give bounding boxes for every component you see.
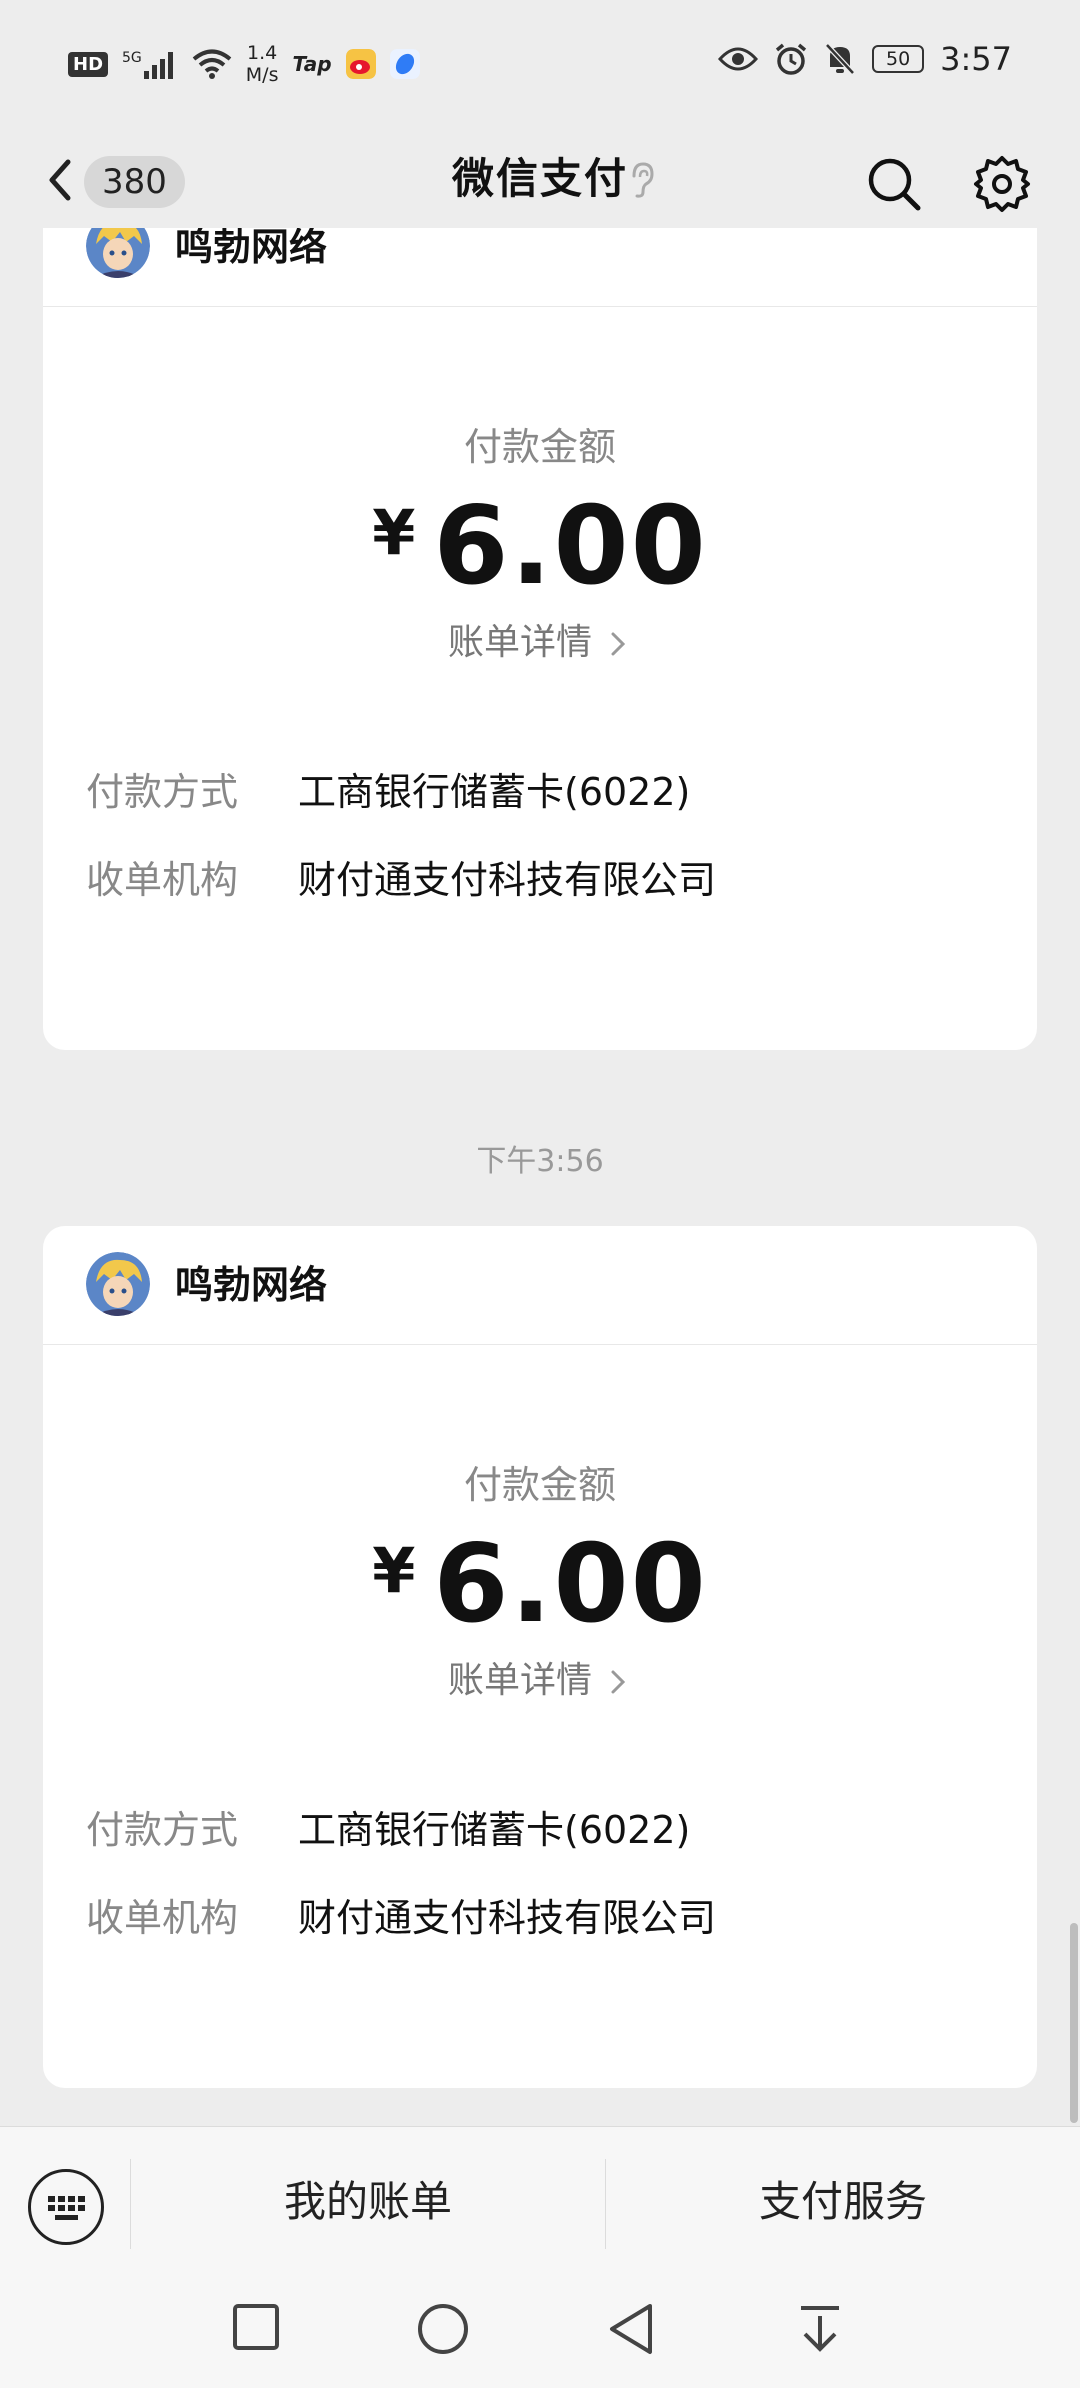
- payment-method-value: 工商银行储蓄卡(6022): [298, 770, 691, 814]
- keyboard-toggle-button[interactable]: [28, 2169, 104, 2245]
- currency-symbol: ¥: [372, 496, 416, 569]
- weibo-icon: [345, 49, 376, 79]
- bill-details-label: 账单详情: [447, 622, 592, 663]
- payment-card[interactable]: 鸣勃网络 付款金额 ¥6.00 账单详情 付款方式 工商银行储蓄卡(6022) 收…: [43, 228, 1037, 1050]
- battery-indicator: 50: [872, 45, 925, 73]
- merchant-avatar: [86, 228, 150, 278]
- merchant-header[interactable]: 鸣勃网络: [43, 1226, 1037, 1345]
- message-list[interactable]: 鸣勃网络 付款金额 ¥6.00 账单详情 付款方式 工商银行储蓄卡(6022) 收…: [0, 228, 1080, 2126]
- currency-symbol: ¥: [372, 1534, 416, 1607]
- home-icon[interactable]: [416, 2302, 470, 2356]
- payment-amount: ¥6.00: [43, 484, 1037, 609]
- payment-services-menu[interactable]: 支付服务: [606, 2127, 1080, 2277]
- acquirer-value: 财付通支付科技有限公司: [298, 858, 717, 902]
- header: 微信支付 380: [0, 130, 1080, 228]
- payment-method-row: 付款方式 工商银行储蓄卡(6022): [86, 1800, 690, 1860]
- payment-card[interactable]: 鸣勃网络 付款金额 ¥6.00 账单详情 付款方式 工商银行储蓄卡(6022) 收…: [43, 1226, 1037, 2088]
- payment-amount: ¥6.00: [43, 1522, 1037, 1647]
- merchant-avatar: [86, 1252, 150, 1316]
- eye-icon: [718, 47, 759, 71]
- my-bills-menu[interactable]: 我的账单: [131, 2127, 605, 2277]
- acquirer-value: 财付通支付科技有限公司: [298, 1896, 717, 1940]
- back-arrow-icon[interactable]: [40, 150, 80, 210]
- system-navigation-bar: [0, 2276, 1080, 2388]
- acquirer-label: 收单机构: [86, 1896, 239, 1940]
- network-type: 5G: [122, 50, 142, 66]
- speed-value: 1.4: [247, 42, 278, 64]
- taptap-icon: Tap: [292, 52, 332, 76]
- bill-details-link[interactable]: 账单详情: [43, 1651, 1037, 1703]
- payment-method-label: 付款方式: [86, 770, 239, 814]
- app-notification-icon: [389, 49, 420, 79]
- amount-label: 付款金额: [463, 425, 616, 469]
- amount-label: 付款金额: [463, 1463, 616, 1507]
- scrollbar-thumb[interactable]: [1070, 1923, 1078, 2123]
- merchant-name: 鸣勃网络: [175, 228, 328, 269]
- search-icon[interactable]: [866, 156, 922, 212]
- wifi-icon: [192, 49, 232, 79]
- status-time: 3:57: [940, 40, 1012, 78]
- status-bar: HD 5G 1.4 M/s Tap 50 3:57: [0, 0, 1080, 130]
- acquirer-row: 收单机构 财付通支付科技有限公司: [86, 850, 716, 910]
- unread-count-badge[interactable]: 380: [84, 156, 185, 208]
- merchant-name: 鸣勃网络: [175, 1263, 328, 1307]
- amount-value: 6.00: [433, 484, 708, 609]
- notification-pulldown-icon[interactable]: [797, 2302, 843, 2356]
- network-speed: 1.4 M/s: [246, 42, 279, 86]
- payment-method-label: 付款方式: [86, 1808, 239, 1852]
- acquirer-label: 收单机构: [86, 858, 239, 902]
- payment-method-value: 工商银行储蓄卡(6022): [298, 1808, 691, 1852]
- payment-method-row: 付款方式 工商银行储蓄卡(6022): [86, 762, 690, 822]
- message-timestamp: 下午3:56: [476, 1144, 604, 1179]
- alarm-icon: [776, 43, 807, 75]
- signal-icon: 5G: [122, 49, 178, 79]
- recent-apps-icon[interactable]: [231, 2302, 281, 2352]
- ear-icon[interactable]: [622, 160, 662, 200]
- amount-value: 6.00: [433, 1522, 708, 1647]
- bottom-menu: 我的账单 支付服务: [0, 2126, 1080, 2277]
- mute-bell-icon: [825, 43, 855, 75]
- acquirer-row: 收单机构 财付通支付科技有限公司: [86, 1888, 716, 1948]
- speed-unit: M/s: [245, 64, 279, 86]
- settings-gear-icon[interactable]: [972, 154, 1032, 214]
- back-triangle-icon[interactable]: [606, 2302, 656, 2356]
- merchant-header[interactable]: 鸣勃网络: [43, 228, 1037, 307]
- hd-indicator: HD: [68, 51, 109, 77]
- chevron-right-icon: [611, 1670, 626, 1694]
- chevron-right-icon: [611, 632, 626, 656]
- bill-details-link[interactable]: 账单详情: [43, 613, 1037, 665]
- keyboard-icon: [48, 2196, 85, 2220]
- bill-details-label: 账单详情: [447, 1660, 592, 1701]
